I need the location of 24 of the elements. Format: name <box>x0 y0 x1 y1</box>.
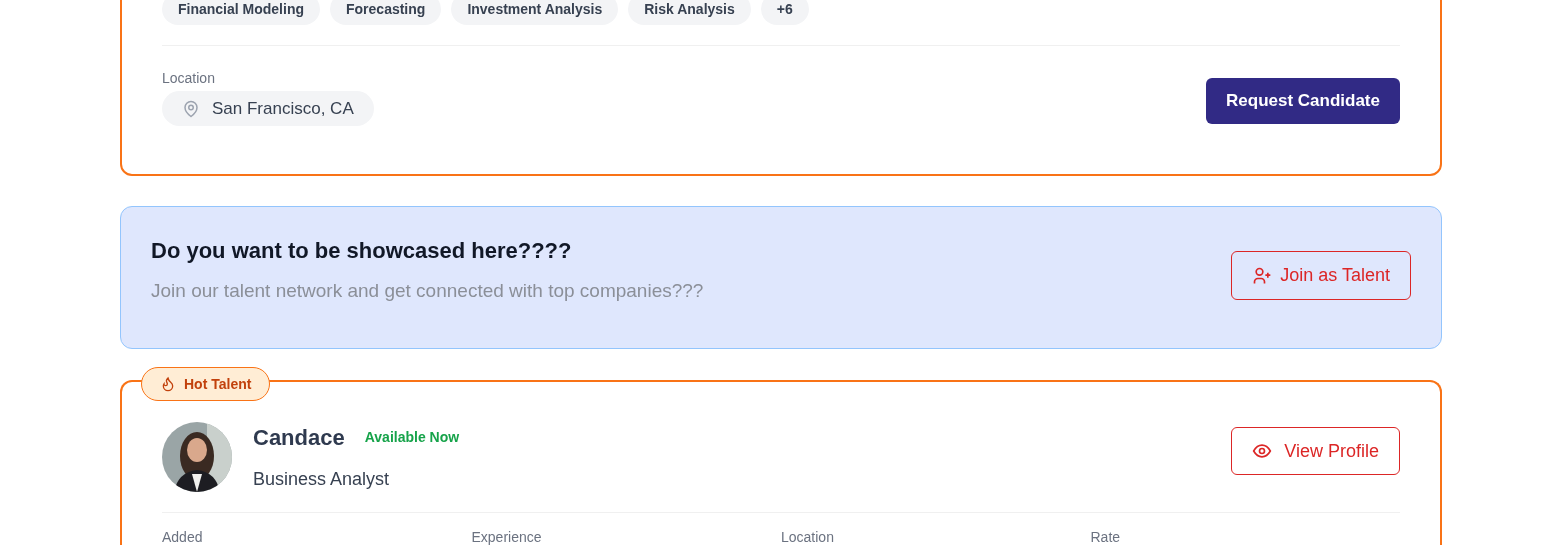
availability-status: Available Now <box>364 428 460 447</box>
skill-tag: Financial Modeling <box>162 0 320 25</box>
field-label: Experience <box>471 528 543 545</box>
field-label: Location <box>781 528 835 545</box>
location-pill: San Francisco, CA <box>162 91 374 126</box>
skill-tag: Risk Analysis <box>628 0 751 25</box>
user-plus-icon <box>1252 265 1273 286</box>
banner-subtitle: Join our talent network and get connected with top companies??? <box>151 279 704 304</box>
skill-tag: Forecasting <box>330 0 442 25</box>
skill-tag: Investment Analysis <box>451 0 619 25</box>
flame-icon <box>160 376 176 392</box>
field-label: Added <box>162 528 204 545</box>
field-label: Rate <box>1090 528 1122 545</box>
view-profile-button[interactable]: View Profile <box>1231 427 1400 475</box>
talent-name: Candace <box>253 424 345 452</box>
map-pin-icon <box>182 99 200 118</box>
location-label: Location <box>162 69 216 88</box>
banner-title: Do you want to be showcased here???? <box>151 237 573 266</box>
request-candidate-button[interactable]: Request Candidate <box>1206 78 1400 124</box>
eye-icon <box>1252 441 1273 461</box>
skill-tag: +6 <box>760 0 809 25</box>
hot-talent-badge: Hot Talent <box>141 367 271 401</box>
talent-role: Business Analyst <box>253 468 391 491</box>
join-as-talent-button[interactable]: Join as Talent <box>1231 251 1411 300</box>
